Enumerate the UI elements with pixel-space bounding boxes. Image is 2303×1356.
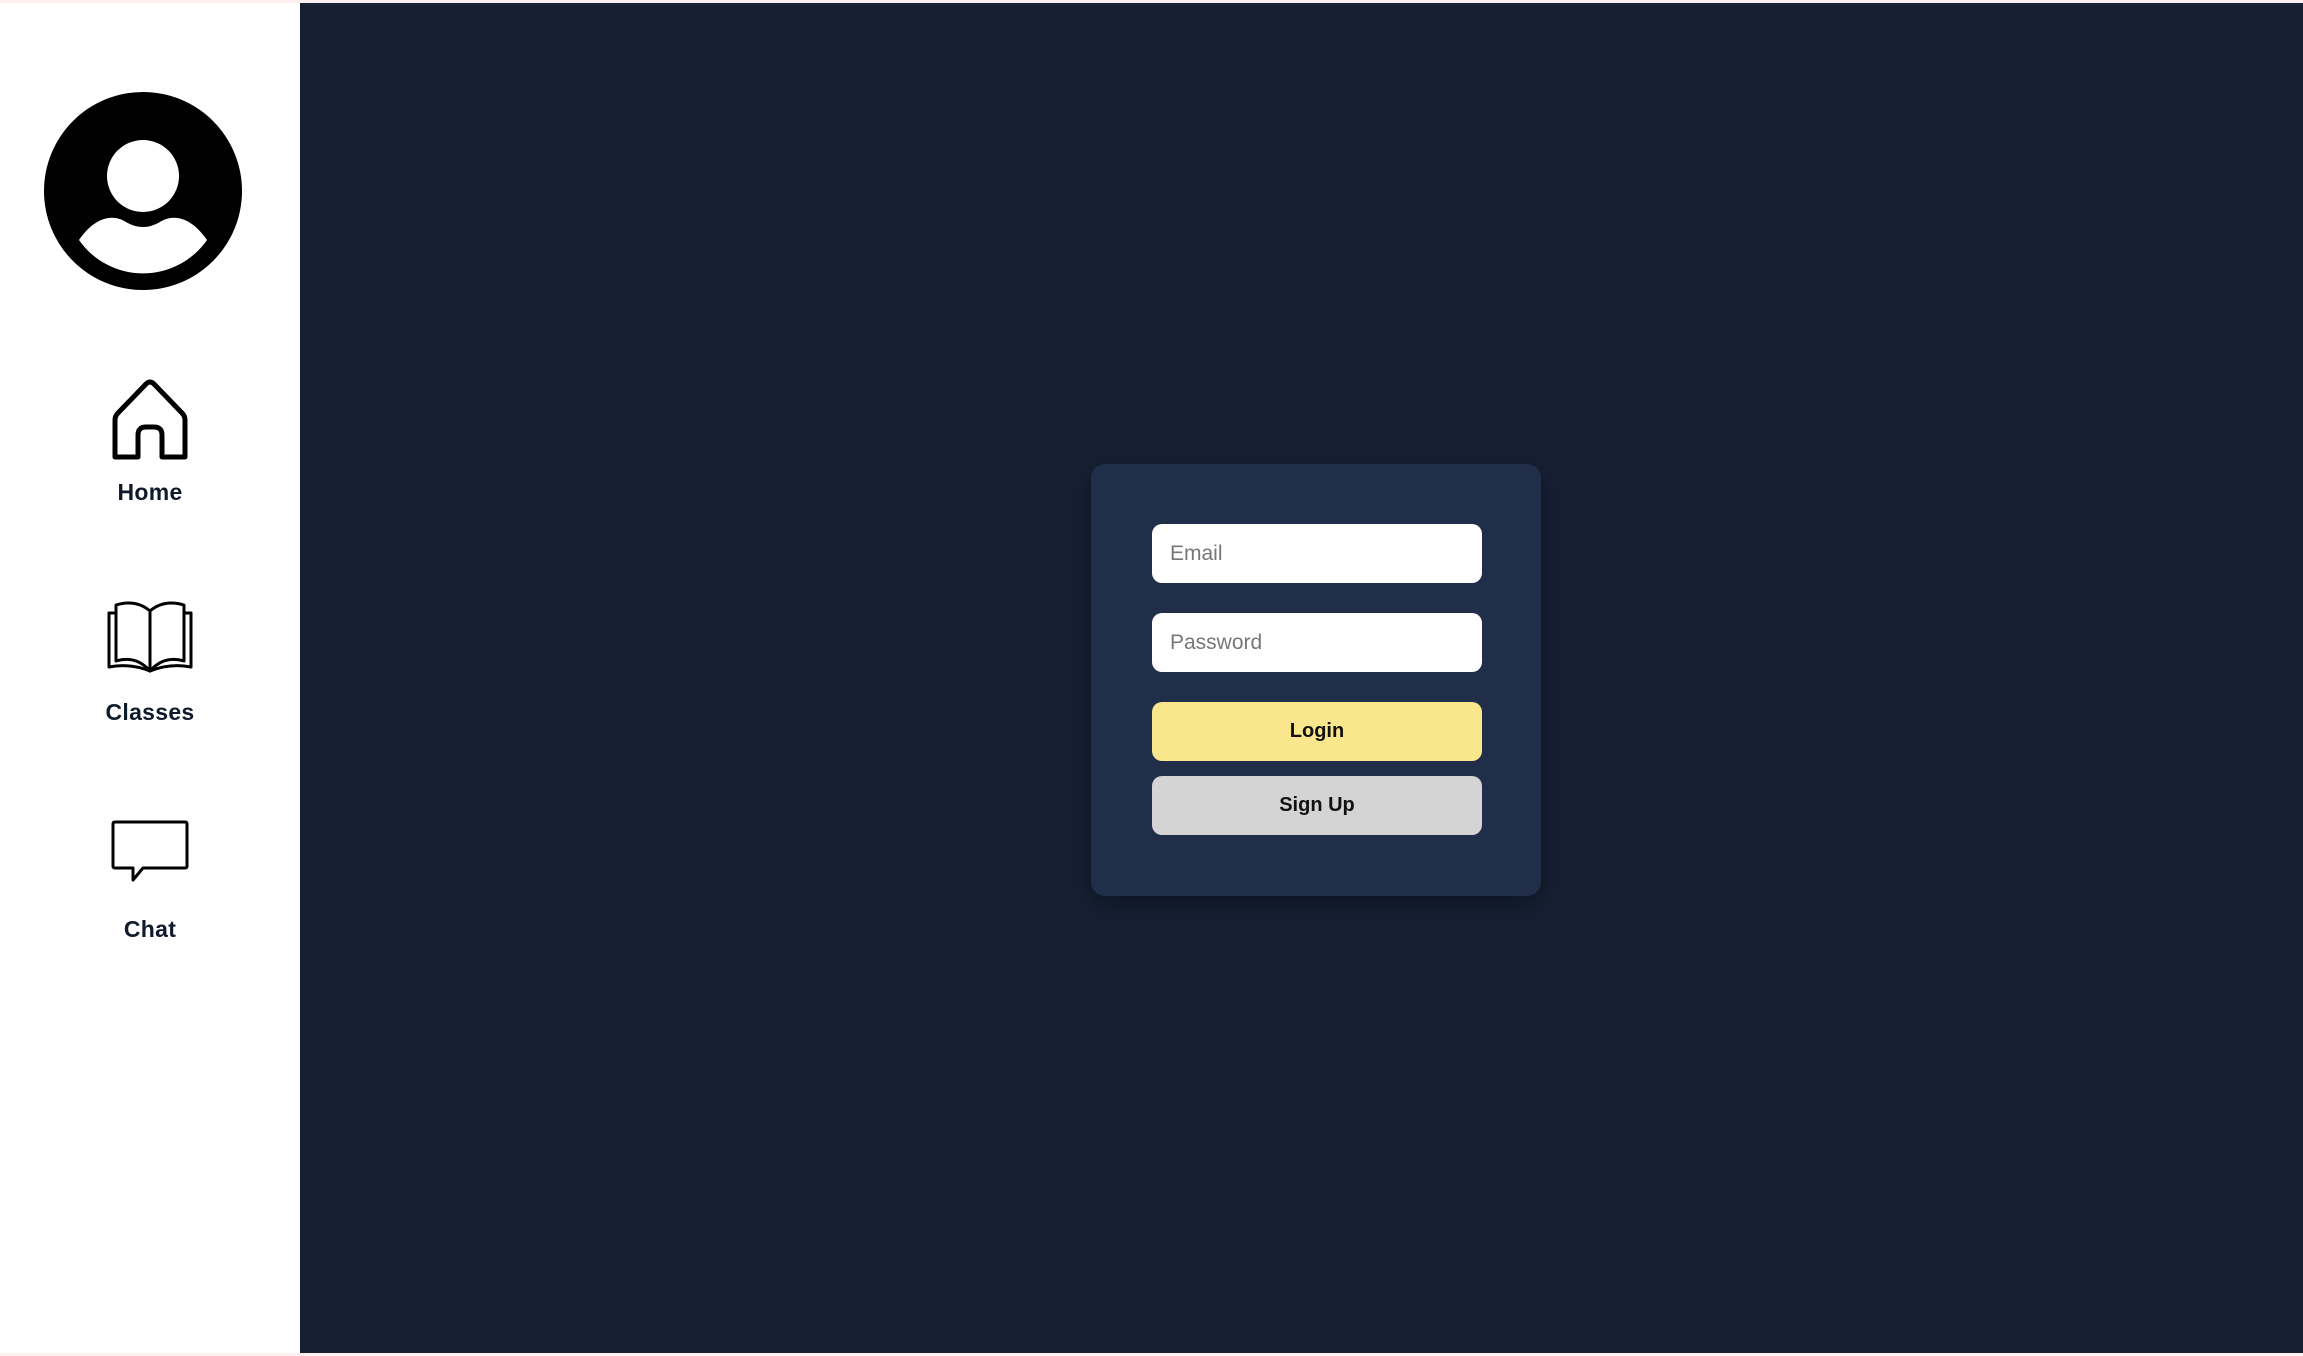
sidebar-item-chat[interactable]: Chat (0, 818, 300, 943)
sidebar-item-classes[interactable]: Classes (0, 597, 300, 726)
user-avatar-icon[interactable] (44, 92, 242, 290)
speech-bubble-icon (111, 820, 189, 882)
sidebar-item-label: Home (117, 479, 183, 505)
app-window: Home Classes Chat Login (0, 0, 2303, 1356)
house-icon (112, 379, 188, 460)
sidebar-item-home[interactable]: Home (0, 377, 300, 506)
email-field[interactable] (1152, 524, 1482, 583)
open-book-icon (107, 601, 193, 673)
main-content: Login Sign Up (300, 3, 2303, 1353)
login-card: Login Sign Up (1091, 464, 1541, 896)
login-button[interactable]: Login (1152, 702, 1482, 761)
password-field[interactable] (1152, 613, 1482, 672)
sidebar: Home Classes Chat (0, 3, 300, 1353)
sidebar-item-label: Classes (105, 699, 195, 725)
sidebar-item-label: Chat (123, 916, 177, 942)
signup-button[interactable]: Sign Up (1152, 776, 1482, 835)
